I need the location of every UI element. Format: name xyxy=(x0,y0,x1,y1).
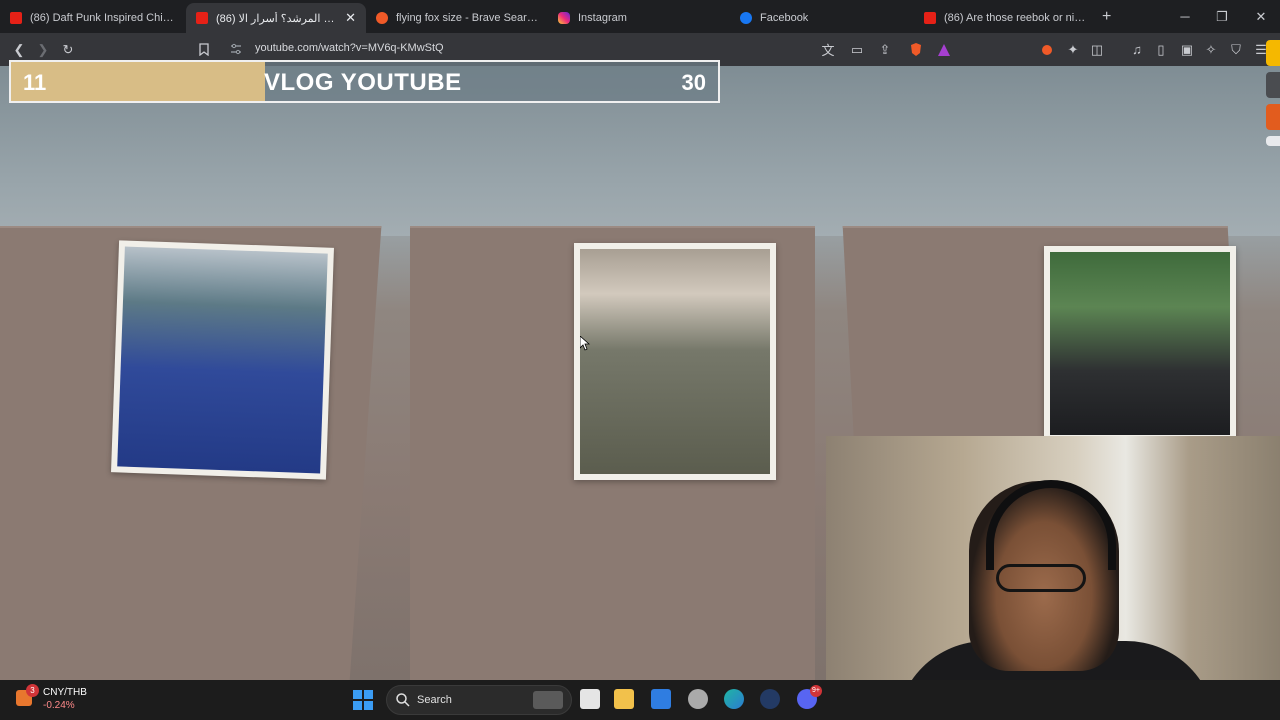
side-tab-gray[interactable] xyxy=(1266,72,1280,98)
site-info-icon[interactable] xyxy=(229,42,243,56)
vpn-icon[interactable] xyxy=(688,689,708,709)
tab-title: flying fox size - Brave Search xyxy=(396,12,538,24)
youtube-icon xyxy=(196,12,208,24)
close-window-icon[interactable]: ✕ xyxy=(1242,0,1280,33)
score-banner: 11 VLOG YOUTUBE 30 xyxy=(9,60,720,103)
browser-tab-strip: (86) Daft Punk Inspired Chill Funk (86) … xyxy=(0,0,1280,33)
edge-icon[interactable] xyxy=(724,689,744,709)
side-tab-yellow[interactable] xyxy=(1266,40,1280,66)
sidebar-icon[interactable]: ▯ xyxy=(1149,33,1173,66)
youtube-icon xyxy=(10,12,22,24)
search-icon xyxy=(396,693,410,707)
side-panel-strip xyxy=(1266,40,1280,170)
translate-icon[interactable]: 文 xyxy=(816,33,840,66)
tab-title: (86) Daft Punk Inspired Chill Funk xyxy=(30,12,176,24)
instagram-icon xyxy=(558,12,570,24)
brave-rewards-icon[interactable] xyxy=(932,33,956,66)
extensions-icon[interactable]: ✦ xyxy=(1061,33,1085,66)
currency-widget[interactable]: 3 CNY/THB -0.24% xyxy=(16,684,136,716)
tab-facebook[interactable]: Facebook xyxy=(730,3,914,33)
tab-title: (86) Are those reebok or nike (s xyxy=(944,12,1086,24)
side-tab-white[interactable] xyxy=(1266,136,1280,146)
ticker-change: -0.24% xyxy=(43,700,75,711)
tab-title: Instagram xyxy=(578,12,627,24)
youtube-icon xyxy=(924,12,936,24)
tab-title: (86) من باع المرشد؟ أسرار الا xyxy=(216,12,337,25)
file-explorer-icon[interactable] xyxy=(614,689,634,709)
portrait-photo xyxy=(1044,246,1236,441)
leo-ai-icon[interactable]: ✧ xyxy=(1199,33,1223,66)
cast-icon[interactable]: ▭ xyxy=(845,33,869,66)
close-tab-icon[interactable]: ✕ xyxy=(345,10,356,26)
wallet-icon[interactable]: ▣ xyxy=(1175,33,1199,66)
tab-title: Facebook xyxy=(760,12,809,24)
search-highlight-icon xyxy=(533,691,563,709)
tab-daft-punk[interactable]: (86) Daft Punk Inspired Chill Funk xyxy=(0,3,186,33)
extension-orange-icon[interactable] xyxy=(1035,33,1059,66)
vpn-shield-icon[interactable]: ⛉ xyxy=(1224,33,1248,66)
microsoft-store-icon[interactable] xyxy=(651,689,671,709)
taskbar-search[interactable]: Search xyxy=(386,685,572,715)
windows-start-icon[interactable] xyxy=(353,690,373,710)
address-bar[interactable]: youtube.com/watch?v=MV6q-KMwStQ xyxy=(255,42,444,54)
banner-right-number: 30 xyxy=(681,70,706,95)
restore-icon[interactable]: ❐ xyxy=(1203,0,1241,33)
banner-left-fill xyxy=(11,62,265,101)
brave-shields-icon[interactable] xyxy=(904,33,928,66)
side-tab-orange[interactable] xyxy=(1266,104,1280,130)
widget-badge: 3 xyxy=(26,684,39,697)
portrait-photo xyxy=(574,243,776,480)
media-icon[interactable]: ♫ xyxy=(1125,33,1149,66)
portrait-photo xyxy=(111,240,334,480)
chat-icon[interactable] xyxy=(580,689,600,709)
banner-title: VLOG YOUTUBE xyxy=(264,69,462,96)
ticker-symbol: CNY/THB xyxy=(43,687,87,698)
minimize-icon[interactable]: ─ xyxy=(1166,0,1204,33)
tab-active-video[interactable]: (86) من باع المرشد؟ أسرار الا ✕ xyxy=(186,3,366,33)
webcam-overlay xyxy=(826,436,1280,720)
banner-left-number: 11 xyxy=(23,70,47,95)
new-tab-button[interactable]: + xyxy=(1102,8,1111,26)
discord-badge: 9+ xyxy=(810,685,822,697)
search-label: Search xyxy=(417,694,452,706)
tab-brave-search[interactable]: flying fox size - Brave Search xyxy=(366,3,548,33)
brave-search-icon xyxy=(376,12,388,24)
steam-icon[interactable] xyxy=(760,689,780,709)
facebook-icon xyxy=(740,12,752,24)
share-icon[interactable]: ⇪ xyxy=(873,33,897,66)
tab-reebok-nike[interactable]: (86) Are those reebok or nike (s xyxy=(914,3,1096,33)
glasses xyxy=(996,564,1086,592)
tab-instagram[interactable]: Instagram xyxy=(548,3,730,33)
screenshot-icon[interactable]: ◫ xyxy=(1085,33,1109,66)
windows-taskbar: 3 CNY/THB -0.24% Search 9+ xyxy=(0,680,1280,720)
